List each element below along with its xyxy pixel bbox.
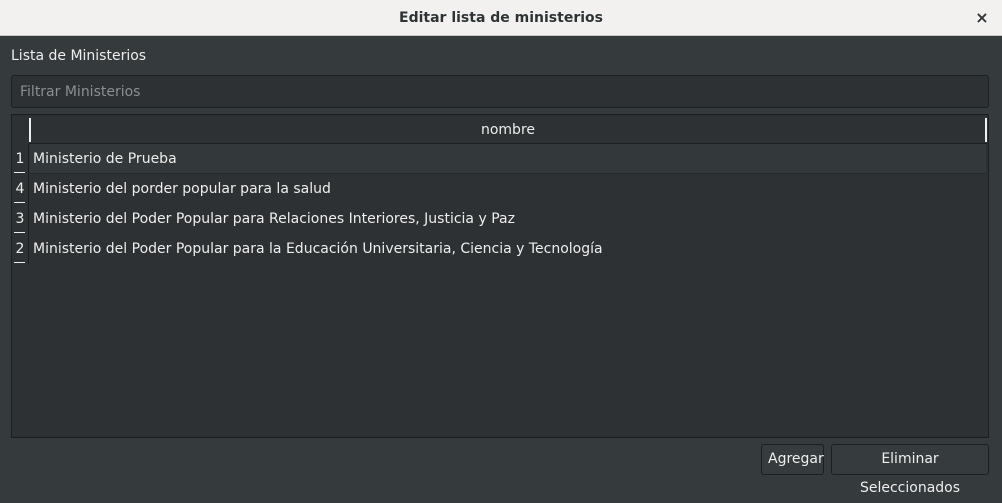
delete-selected-button[interactable]: Eliminar Seleccionados	[831, 444, 989, 496]
close-icon[interactable]: ×	[972, 8, 992, 28]
window-title: Editar lista de ministerios	[399, 10, 603, 26]
row-number[interactable]: 3	[12, 204, 29, 234]
ministries-table[interactable]: nombre 1 Ministerio de Prueba 4 Minister…	[11, 114, 989, 438]
row-number[interactable]: 1	[12, 144, 29, 174]
row-cell-nombre[interactable]: Ministerio del porder popular para la sa…	[30, 174, 986, 204]
section-label: Lista de Ministerios	[11, 48, 147, 64]
table-row[interactable]: 3 Ministerio del Poder Popular para Rela…	[12, 204, 988, 234]
table-row[interactable]: 1 Ministerio de Prueba	[12, 144, 988, 174]
window-titlebar: Editar lista de ministerios ×	[0, 0, 1002, 36]
add-button[interactable]: Agregar	[761, 444, 824, 475]
row-cell-nombre[interactable]: Ministerio del Poder Popular para la Edu…	[30, 234, 986, 264]
column-header-nombre[interactable]: nombre	[29, 118, 987, 142]
table-corner	[12, 115, 29, 143]
row-number[interactable]: 2	[12, 234, 29, 264]
row-cell-nombre[interactable]: Ministerio del Poder Popular para Relaci…	[30, 204, 986, 234]
table-row[interactable]: 2 Ministerio del Poder Popular para la E…	[12, 234, 988, 264]
row-number[interactable]: 4	[12, 174, 29, 204]
table-row[interactable]: 4 Ministerio del porder popular para la …	[12, 174, 988, 204]
row-cell-nombre[interactable]: Ministerio de Prueba	[30, 144, 986, 174]
filter-input[interactable]	[11, 75, 989, 108]
